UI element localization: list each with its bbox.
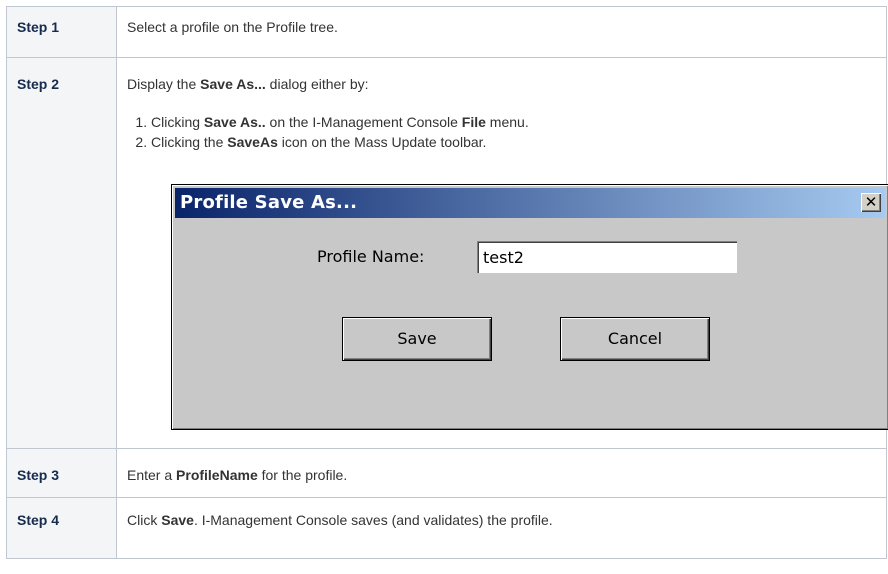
close-button[interactable]: ✕ <box>861 193 881 212</box>
text-run: dialog either by: <box>265 76 369 92</box>
bold-text: Save <box>161 512 194 528</box>
close-icon: ✕ <box>864 193 878 211</box>
numbered-list: Clicking Save As.. on the I-Management C… <box>127 112 876 152</box>
text-run: Display the <box>127 76 201 92</box>
text-run: on the I-Management Console <box>265 114 462 130</box>
text-run: Enter a <box>127 467 177 483</box>
step-label: Step 3 <box>17 467 60 483</box>
step-content-cell: Enter a ProfileName for the profile. <box>116 448 887 498</box>
bold-text: SaveAs <box>227 134 278 150</box>
bold-text: Save As.. <box>203 114 266 130</box>
step-label-cell: Step 2 <box>6 57 117 449</box>
profile-save-as-dialog: Profile Save As... ✕ Profile Name: test2… <box>171 184 888 430</box>
bold-text: File <box>461 114 486 130</box>
step-content-cell: Click Save. I-Management Console saves (… <box>116 497 887 559</box>
document: Step 1 Select a profile on the Profile t… <box>0 0 888 574</box>
text-run: . I-Management Console saves (and valida… <box>193 512 553 528</box>
profile-name-input[interactable]: test2 <box>477 241 737 273</box>
dialog-titlebar[interactable]: Profile Save As... ✕ <box>175 188 885 218</box>
bold-text: Save As... <box>200 76 266 92</box>
step-text: Select a profile on the Profile tree. <box>127 19 338 35</box>
text-run: Click <box>127 512 162 528</box>
step-label-cell: Step 3 <box>6 448 117 498</box>
text-run: icon on the Mass Update toolbar. <box>277 134 487 150</box>
step-label: Step 1 <box>17 19 60 35</box>
text-run: for the profile. <box>257 467 348 483</box>
step-row: Step 3 Enter a ProfileName for the profi… <box>6 448 887 498</box>
profile-name-label: Profile Name: <box>317 247 425 266</box>
step-label: Step 2 <box>17 76 60 92</box>
text-run: Clicking <box>151 114 204 130</box>
dialog-title: Profile Save As... <box>180 192 358 213</box>
cancel-button[interactable]: Cancel <box>560 317 710 361</box>
step-label-cell: Step 1 <box>6 6 117 58</box>
text-run: menu. <box>485 114 529 130</box>
bold-text: ProfileName <box>176 467 258 483</box>
list-item: Clicking the SaveAs icon on the Mass Upd… <box>151 132 876 152</box>
step-label-cell: Step 4 <box>6 497 117 559</box>
step-text: Display the Save As... dialog either by:… <box>117 58 886 152</box>
step-row: Step 1 Select a profile on the Profile t… <box>6 6 887 58</box>
list-item: Clicking Save As.. on the I-Management C… <box>151 112 876 132</box>
text-run: Clicking the <box>151 134 228 150</box>
step-row: Step 4 Click Save. I-Management Console … <box>6 497 887 559</box>
step-content-cell: Select a profile on the Profile tree. <box>116 6 887 58</box>
step-text: Enter a ProfileName for the profile. <box>117 449 886 485</box>
save-button[interactable]: Save <box>342 317 492 361</box>
step-label: Step 4 <box>17 512 60 528</box>
step-text: Click Save. I-Management Console saves (… <box>117 498 886 530</box>
